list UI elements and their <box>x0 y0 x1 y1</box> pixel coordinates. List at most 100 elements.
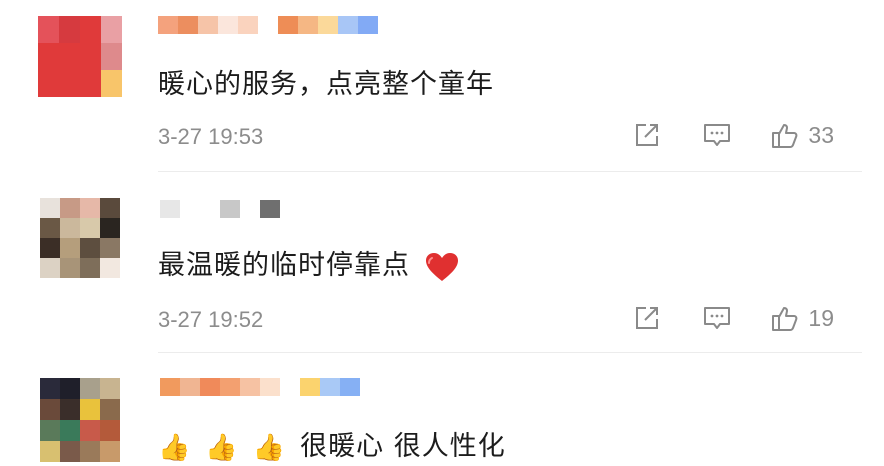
username-pixel <box>240 378 260 396</box>
username-pixel <box>218 16 238 34</box>
avatar-pixel <box>80 198 100 218</box>
username-pixel <box>278 16 298 34</box>
divider <box>158 171 862 172</box>
username-pixel <box>298 16 318 34</box>
avatar-pixel <box>40 258 60 278</box>
thumbs-up-emoji: 👍 <box>252 432 287 463</box>
avatar-pixel <box>60 218 80 238</box>
avatar-pixel <box>60 441 80 462</box>
avatar-pixel <box>40 399 60 420</box>
comment-text: 👍 👍 👍 很暖心 很人性化 <box>158 424 506 463</box>
avatar-pixel <box>80 16 101 43</box>
avatar-pixel <box>60 238 80 258</box>
avatar[interactable] <box>40 378 120 462</box>
comment-text-content: 最温暖的临时停靠点 <box>158 250 410 281</box>
comment-item: 最温暖的临时停靠点 3-27 19:52 19 <box>0 173 884 353</box>
avatar-pixel <box>100 258 120 278</box>
avatar-pixel <box>101 43 122 70</box>
username-pixel <box>180 200 200 218</box>
share-icon[interactable] <box>632 120 662 150</box>
avatar-pixel <box>40 238 60 258</box>
avatar-pixel <box>100 441 120 462</box>
username-pixel <box>160 200 180 218</box>
comment-item: 👍 👍 👍 很暖心 很人性化 <box>0 354 884 466</box>
username[interactable] <box>160 200 280 218</box>
avatar-pixel <box>80 70 101 97</box>
thumbs-up-emoji: 👍 <box>205 432 239 463</box>
comment-icon[interactable] <box>702 120 732 150</box>
avatar-pixel <box>60 420 80 441</box>
avatar-pixel <box>100 399 120 420</box>
avatar[interactable] <box>40 198 120 278</box>
username-pixel <box>340 378 360 396</box>
username-pixel <box>220 200 240 218</box>
avatar-pixel <box>80 420 100 441</box>
avatar-pixel <box>80 218 100 238</box>
avatar-pixel <box>80 43 101 70</box>
username-pixel <box>180 378 200 396</box>
avatar-pixel <box>38 16 59 43</box>
avatar-pixel <box>80 258 100 278</box>
username-pixel <box>178 16 198 34</box>
comment-icon[interactable] <box>702 303 732 333</box>
avatar-pixel <box>80 238 100 258</box>
avatar-pixel <box>80 441 100 462</box>
avatar-pixel <box>40 378 60 399</box>
heart-icon <box>425 252 458 281</box>
username-pixel <box>220 378 240 396</box>
avatar-pixel <box>38 70 59 97</box>
username-pixel <box>338 16 358 34</box>
username-pixel <box>300 378 320 396</box>
username-pixel <box>200 378 220 396</box>
avatar-pixel <box>100 198 120 218</box>
avatar-pixel <box>60 258 80 278</box>
timestamp: 3-27 19:53 <box>158 124 264 149</box>
username-pixel <box>258 16 278 34</box>
username-pixel <box>158 16 178 34</box>
avatar-pixel <box>59 43 80 70</box>
username[interactable] <box>160 378 360 396</box>
username-pixel <box>280 378 300 396</box>
avatar-pixel <box>100 238 120 258</box>
username-pixel <box>240 200 260 218</box>
divider <box>158 352 862 353</box>
avatar-pixel <box>60 378 80 399</box>
username-pixel <box>238 16 258 34</box>
comment-actions: 19 <box>632 303 834 333</box>
avatar-pixel <box>40 218 60 238</box>
avatar-pixel <box>38 43 59 70</box>
avatar-pixel <box>59 16 80 43</box>
avatar-pixel <box>59 70 80 97</box>
username-pixel <box>198 16 218 34</box>
comment-actions: 33 <box>632 120 834 150</box>
comment-text: 暖心的服务，点亮整个童年 <box>158 69 494 100</box>
avatar-pixel <box>100 420 120 441</box>
username-pixel <box>160 378 180 396</box>
avatar-pixel <box>100 218 120 238</box>
avatar-pixel <box>80 378 100 399</box>
username-pixel <box>358 16 378 34</box>
like-count: 33 <box>808 121 834 148</box>
username-pixel <box>318 16 338 34</box>
comment-item: 暖心的服务，点亮整个童年 3-27 19:53 33 <box>0 0 884 172</box>
avatar-pixel <box>40 198 60 218</box>
comment-text-content: 很暖心 很人性化 <box>300 431 506 462</box>
like-count: 19 <box>808 304 834 331</box>
username-pixel <box>260 200 280 218</box>
avatar-pixel <box>40 441 60 462</box>
username[interactable] <box>158 16 378 34</box>
avatar-pixel <box>60 399 80 420</box>
comment-text: 最温暖的临时停靠点 <box>158 243 460 283</box>
username-pixel <box>320 378 340 396</box>
thumbs-up-emoji: 👍 <box>158 432 192 463</box>
username-pixel <box>200 200 220 218</box>
thumbs-up-icon[interactable] <box>770 303 800 333</box>
avatar-pixel <box>80 399 100 420</box>
timestamp: 3-27 19:52 <box>158 307 264 332</box>
avatar-pixel <box>101 16 122 43</box>
avatar[interactable] <box>38 16 122 98</box>
thumbs-up-icon[interactable] <box>770 120 800 150</box>
username-pixel <box>260 378 280 396</box>
share-icon[interactable] <box>632 303 662 333</box>
avatar-pixel <box>100 378 120 399</box>
